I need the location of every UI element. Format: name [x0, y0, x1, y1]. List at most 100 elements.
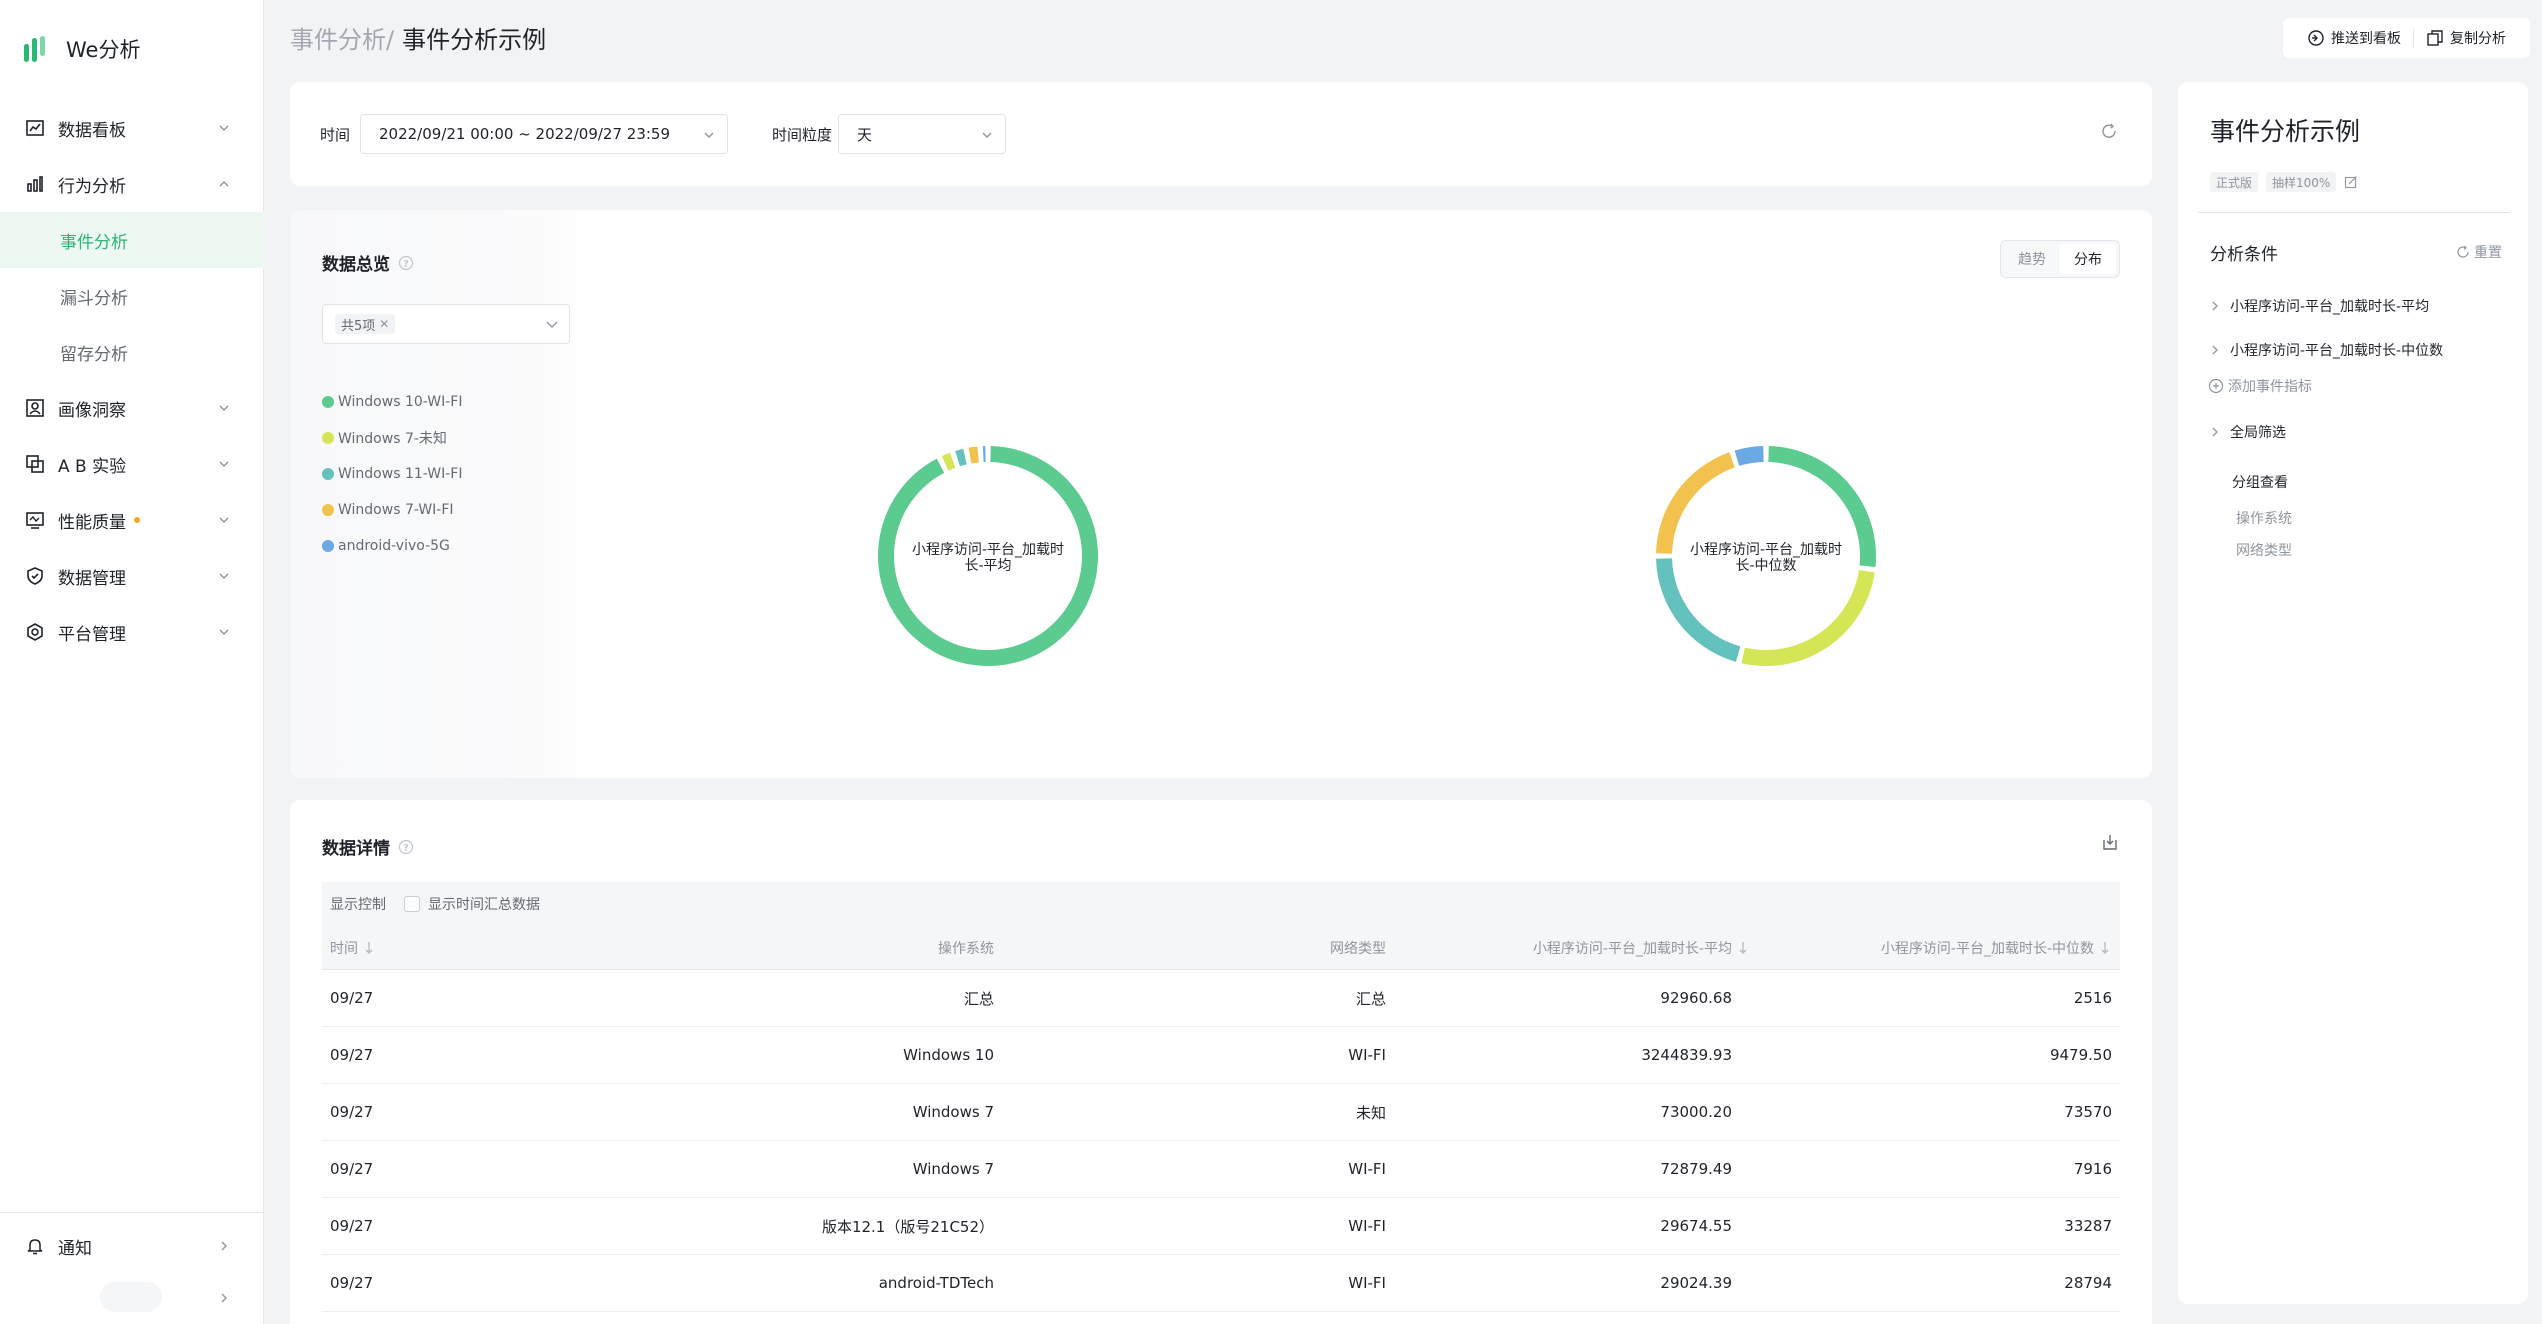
selected-count-tag: 共5项 ✕ — [335, 314, 396, 334]
page-title: 事件分析示例 — [402, 26, 547, 54]
sidebar-subitem-event-analysis[interactable]: 事件分析 — [0, 212, 264, 268]
donut-slice-2[interactable] — [941, 452, 956, 471]
help-icon[interactable]: ? — [398, 255, 414, 271]
donut-slice-5[interactable] — [1734, 446, 1764, 466]
group-item-os[interactable]: 操作系统 — [2236, 508, 2292, 528]
table-row: 09/27 Windows 7 WI-FI 72879.49 7916 — [322, 1141, 2120, 1198]
legend-item[interactable]: android-vivo-5G — [322, 528, 462, 564]
series-select[interactable]: 共5项 ✕ — [322, 304, 570, 344]
chevron-right-icon — [221, 1241, 227, 1251]
time-range-picker[interactable]: 2022/09/21 00:00 ~ 2022/09/27 23:59 — [360, 114, 728, 154]
sidebar-item-label: 平台管理 — [58, 624, 126, 645]
cell-os: Windows 7 — [912, 1103, 994, 1121]
donut-slice-4[interactable] — [1656, 452, 1735, 554]
column-header-label: 网络类型 — [1330, 940, 1386, 957]
sidebar: We分析 数据看板 行为分析 事件分析 漏斗分析 留存分析 画像洞察 A B 实… — [0, 0, 264, 1324]
sidebar-item-behavior[interactable]: 行为分析 — [0, 156, 264, 212]
chevron-up-icon — [219, 181, 229, 187]
legend-item[interactable]: Windows 10-WI-FI — [322, 384, 462, 420]
sidebar-subitem-retention-analysis[interactable]: 留存分析 — [0, 324, 264, 380]
donut-center-label: 长-平均 — [964, 558, 1011, 574]
legend-item[interactable]: Windows 11-WI-FI — [322, 456, 462, 492]
table-row: 09/27 版本12.1（版号21C52） WI-FI 29674.55 33287 — [322, 1198, 2120, 1255]
table-row: 09/27 Windows 7 未知 73000.20 73570 — [322, 1084, 2120, 1141]
group-item-network[interactable]: 网络类型 — [2236, 540, 2292, 560]
cell-avg: 72879.49 — [1660, 1160, 1732, 1178]
legend-label: Windows 7-未知 — [338, 431, 447, 447]
column-header-network: 网络类型 — [1330, 926, 1386, 969]
sidebar-item-data-management[interactable]: 数据管理 — [0, 548, 264, 604]
cell-avg: 29674.55 — [1660, 1217, 1732, 1235]
chart-board-icon — [24, 117, 46, 139]
top-actions: 推送到看板 复制分析 — [2283, 18, 2530, 58]
bar-chart-icon — [24, 173, 46, 195]
sidebar-item-portrait[interactable]: 画像洞察 — [0, 380, 264, 436]
legend-item[interactable]: Windows 7-WI-FI — [322, 492, 462, 528]
notification-dot — [134, 517, 140, 523]
toggle-trend[interactable]: 趋势 — [2004, 244, 2060, 274]
cell-median: 33287 — [2064, 1217, 2112, 1235]
sidebar-item-label: 数据管理 — [58, 568, 126, 589]
overview-title-wrap: 数据总览 ? — [322, 250, 414, 275]
donut-slice-3[interactable] — [1656, 558, 1741, 662]
sort-down-icon — [1739, 941, 1747, 954]
reset-icon — [2457, 245, 2469, 258]
column-header-time[interactable]: 时间 — [330, 926, 374, 969]
global-filter-item[interactable]: 全局筛选 — [2210, 422, 2286, 442]
table-row: 09/27 Windows 10 WI-FI 3244839.93 9479.50 — [322, 1027, 2120, 1084]
column-header-avg[interactable]: 小程序访问-平台_加载时长-平均 — [1533, 926, 1748, 969]
sidebar-item-notify[interactable]: 通知 — [0, 1218, 264, 1274]
chevron-down-icon — [219, 629, 229, 635]
donut-slice-2[interactable] — [1741, 570, 1875, 666]
donut-slice-4[interactable] — [968, 446, 979, 464]
copy-analysis-button[interactable]: 复制分析 — [2414, 28, 2518, 48]
column-header-median[interactable]: 小程序访问-平台_加载时长-中位数 — [1881, 926, 2110, 969]
filter-card: 时间 2022/09/21 00:00 ~ 2022/09/27 23:59 时… — [290, 82, 2152, 186]
refresh-icon[interactable] — [2100, 122, 2118, 140]
sidebar-item-platform-management[interactable]: 平台管理 — [0, 604, 264, 660]
toggle-distribution[interactable]: 分布 — [2060, 244, 2116, 274]
legend-label: Windows 10-WI-FI — [338, 394, 463, 410]
sidebar-item-ab-test[interactable]: A B 实验 — [0, 436, 264, 492]
show-time-summary-checkbox[interactable] — [404, 896, 420, 912]
legend-item[interactable]: Windows 7-未知 — [322, 420, 462, 456]
legend-label: Windows 11-WI-FI — [338, 466, 463, 482]
app-logo[interactable]: We分析 — [22, 34, 140, 64]
sidebar-item-dashboard[interactable]: 数据看板 — [0, 100, 264, 156]
portrait-icon — [24, 397, 46, 419]
chart-legend: Windows 10-WI-FI Windows 7-未知 Windows 11-W… — [322, 384, 462, 564]
push-to-board-button[interactable]: 推送到看板 — [2295, 28, 2413, 48]
reset-button[interactable]: 重置 — [2456, 242, 2502, 262]
arrow-circle-icon — [2308, 30, 2324, 46]
metric-item-average[interactable]: 小程序访问-平台_加载时长-平均 — [2210, 296, 2429, 316]
chevron-down-icon — [219, 461, 229, 467]
sidebar-item-label: 数据看板 — [58, 120, 126, 141]
edit-icon[interactable] — [2344, 175, 2358, 189]
view-toggle: 趋势 分布 — [2000, 240, 2120, 278]
details-title-wrap: 数据详情 ? — [322, 834, 414, 859]
add-metric-button[interactable]: 添加事件指标 — [2208, 376, 2312, 396]
time-label: 时间 — [320, 126, 351, 144]
logo-icon — [24, 36, 45, 62]
user-account-row[interactable] — [0, 1276, 264, 1320]
cell-network: 未知 — [1355, 1103, 1386, 1122]
cell-median: 2516 — [2073, 989, 2112, 1007]
sidebar-subitem-funnel-analysis[interactable]: 漏斗分析 — [0, 268, 264, 324]
metric-item-median[interactable]: 小程序访问-平台_加载时长-中位数 — [2210, 340, 2443, 360]
chevron-down-icon — [219, 517, 229, 523]
breadcrumb-parent[interactable]: 事件分析/ — [290, 26, 394, 54]
export-icon[interactable] — [2100, 832, 2120, 852]
app-name: We分析 — [66, 38, 141, 62]
show-time-summary-label[interactable]: 显示时间汇总数据 — [428, 894, 540, 914]
help-icon[interactable]: ? — [398, 839, 414, 855]
column-header-label: 时间 — [330, 940, 358, 957]
donut-slice-3[interactable] — [955, 448, 967, 467]
donut-slice-5[interactable] — [982, 446, 986, 463]
granularity-value: 天 — [857, 125, 873, 144]
overview-card: 数据总览 ? 共5项 ✕ Windows 10-WI-FI Windows 7-未… — [290, 210, 2152, 778]
close-icon[interactable]: ✕ — [379, 317, 389, 331]
breadcrumb: 事件分析/事件分析示例 — [290, 20, 546, 55]
granularity-select[interactable]: 天 — [838, 114, 1006, 154]
avatar — [100, 1282, 162, 1312]
sidebar-item-performance[interactable]: 性能质量 — [0, 492, 264, 548]
